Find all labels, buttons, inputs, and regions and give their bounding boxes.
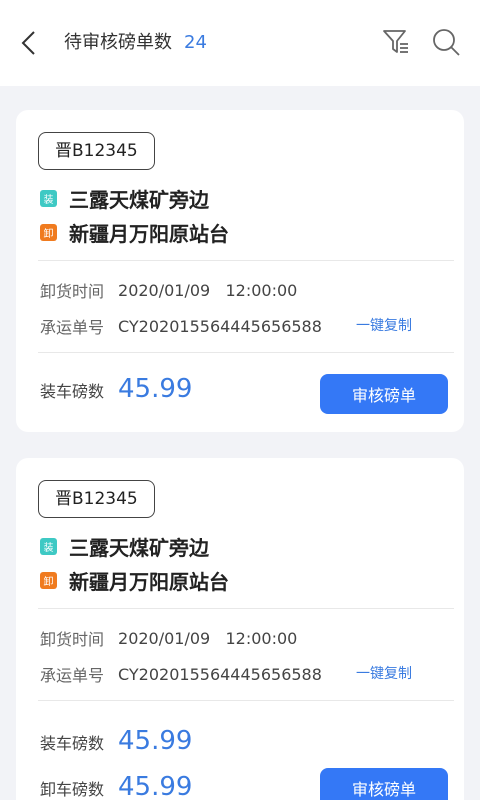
divider [38,700,454,701]
unload-weight-label: 卸车磅数 [40,780,105,799]
load-weight-label: 装车磅数 [40,382,105,401]
unload-weight-row: 卸车磅数 45.99 [40,772,192,800]
copy-waybill-link[interactable]: 一键复制 [356,663,412,683]
header-bar: 待审核磅单数 24 [0,0,480,86]
load-weight-value: 45.99 [118,374,193,404]
pending-count: 24 [184,32,207,53]
weighbill-card: 晋B12345 装 三露天煤矿旁边 卸 新疆月万阳原站台 卸货时间 2020/0… [16,458,464,800]
audit-button[interactable]: 审核磅单 [320,768,448,800]
audit-button[interactable]: 审核磅单 [320,374,448,414]
back-button[interactable] [14,28,42,58]
waybill-row: 承运单号 CY202015564445656588 [40,662,322,686]
filter-button[interactable] [380,26,412,58]
unload-tag: 卸 [40,224,57,241]
unload-time-label: 卸货时间 [40,282,105,301]
waybill-row: 承运单号 CY202015564445656588 [40,314,322,338]
waybill-label: 承运单号 [40,666,105,685]
unload-time-value: 2020/01/09 12:00:00 [118,280,298,300]
divider [38,260,454,261]
page-title: 待审核磅单数 [64,32,172,53]
unload-place: 新疆月万阳原站台 [69,570,229,594]
unload-location: 卸 新疆月万阳原站台 [40,218,229,247]
waybill-value: CY202015564445656588 [118,664,322,684]
load-tag: 装 [40,538,57,555]
unload-location: 卸 新疆月万阳原站台 [40,566,229,595]
plate-number: 晋B12345 [38,480,155,518]
search-icon [433,29,460,56]
unload-time-label: 卸货时间 [40,630,105,649]
chevron-left-icon [21,31,35,55]
weighbill-card: 晋B12345 装 三露天煤矿旁边 卸 新疆月万阳原站台 卸货时间 2020/0… [16,110,464,432]
load-place: 三露天煤矿旁边 [69,536,209,560]
search-button[interactable] [430,26,462,58]
filter-icon [383,30,408,53]
load-weight-value: 45.99 [118,726,193,756]
unload-weight-value: 45.99 [118,772,193,800]
load-place: 三露天煤矿旁边 [69,188,209,212]
copy-waybill-link[interactable]: 一键复制 [356,315,412,335]
waybill-value: CY202015564445656588 [118,316,322,336]
load-weight-label: 装车磅数 [40,734,105,753]
unload-time-row: 卸货时间 2020/01/09 12:00:00 [40,278,297,302]
load-location: 装 三露天煤矿旁边 [40,184,209,213]
load-weight-row: 装车磅数 45.99 [40,374,192,404]
unload-time-value: 2020/01/09 12:00:00 [118,628,298,648]
plate-number: 晋B12345 [38,132,155,170]
divider [38,352,454,353]
waybill-label: 承运单号 [40,318,105,337]
unload-time-row: 卸货时间 2020/01/09 12:00:00 [40,626,297,650]
unload-place: 新疆月万阳原站台 [69,222,229,246]
load-location: 装 三露天煤矿旁边 [40,532,209,561]
unload-tag: 卸 [40,572,57,589]
load-tag: 装 [40,190,57,207]
load-weight-row: 装车磅数 45.99 [40,726,192,756]
divider [38,608,454,609]
